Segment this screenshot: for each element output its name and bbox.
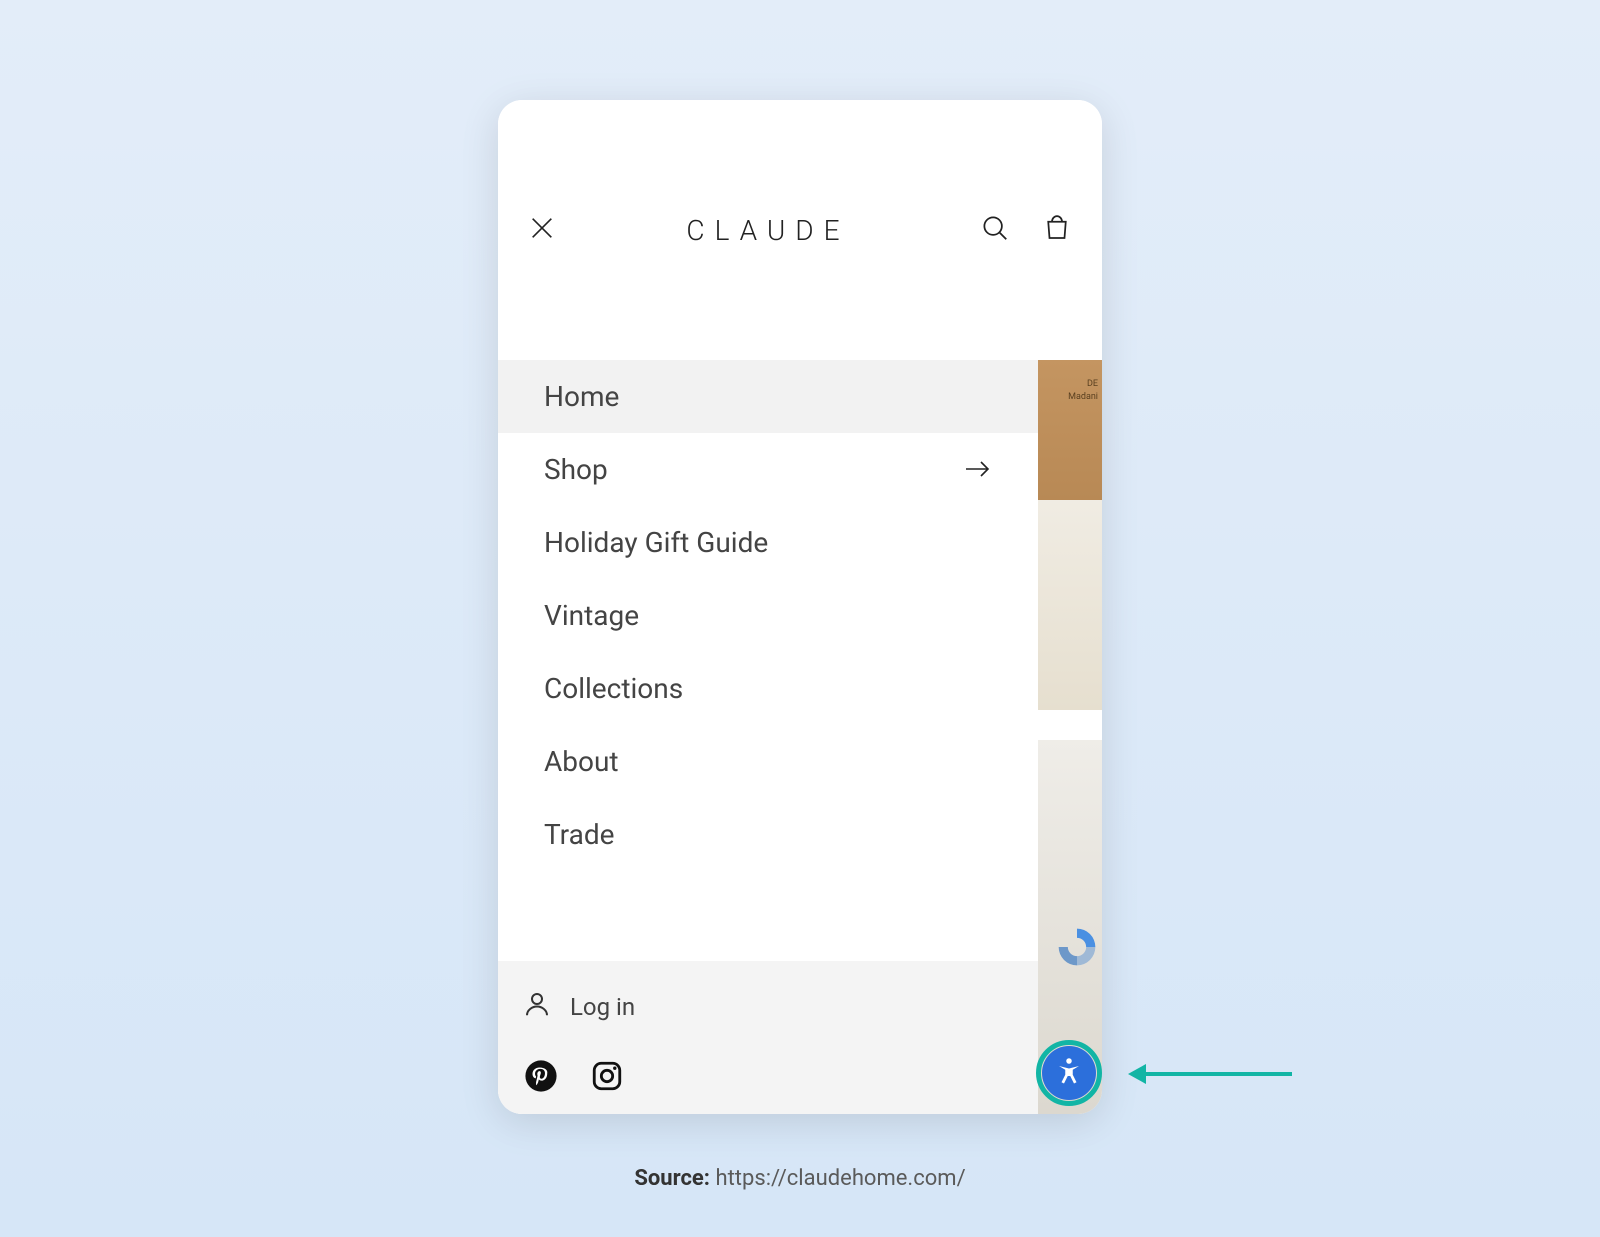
arrow-line (1146, 1072, 1292, 1076)
nav-item-label: About (544, 745, 619, 778)
user-icon (522, 989, 552, 1025)
pinterest-link[interactable] (522, 1059, 560, 1097)
background-content-strip: DE Madani (1038, 360, 1102, 1114)
accessibility-widget-button[interactable] (1042, 1046, 1096, 1100)
recaptcha-badge[interactable] (1050, 914, 1102, 984)
bag-icon (1042, 213, 1072, 247)
background-gap (1038, 710, 1102, 740)
nav-item-shop[interactable]: Shop (498, 433, 1038, 506)
nav-item-label: Holiday Gift Guide (544, 526, 768, 559)
nav-item-holiday-gift-guide[interactable]: Holiday Gift Guide (498, 506, 1038, 579)
nav-item-about[interactable]: About (498, 725, 1038, 798)
annotation-arrow (1128, 1066, 1292, 1082)
nav-item-label: Vintage (544, 599, 639, 632)
search-icon (980, 213, 1010, 247)
navigation-drawer: Home Shop Holiday Gift Guide Vintage Col… (498, 360, 1038, 1114)
nav-item-trade[interactable]: Trade (498, 798, 1038, 871)
accessibility-icon (1054, 1056, 1084, 1090)
nav-item-label: Trade (544, 818, 615, 851)
cart-button[interactable] (1040, 213, 1074, 247)
close-menu-button[interactable] (526, 214, 558, 246)
nav-item-home[interactable]: Home (498, 360, 1038, 433)
nav-item-collections[interactable]: Collections (498, 652, 1038, 725)
recaptcha-icon (1055, 925, 1099, 973)
drawer-footer: Log in (498, 961, 1038, 1114)
nav-item-label: Shop (544, 453, 608, 486)
close-icon (528, 214, 556, 246)
arrow-right-icon (964, 453, 992, 486)
social-links (522, 1059, 1014, 1097)
source-caption: Source: https://claudehome.com/ (0, 1166, 1600, 1191)
nav-item-label: Collections (544, 672, 683, 705)
instagram-link[interactable] (588, 1059, 626, 1097)
search-button[interactable] (978, 213, 1012, 247)
nav-item-vintage[interactable]: Vintage (498, 579, 1038, 652)
background-image-wood: DE Madani (1038, 360, 1102, 500)
bg-text-line: DE (1068, 378, 1098, 391)
nav-item-label: Home (544, 380, 619, 413)
source-label: Source: (634, 1166, 710, 1191)
instagram-icon (590, 1059, 624, 1097)
mobile-screenshot: CLAUDE DE Madani (498, 100, 1102, 1114)
bg-text-line: Madani (1068, 391, 1098, 404)
source-url: https://claudehome.com/ (715, 1166, 965, 1191)
login-link[interactable]: Log in (522, 989, 1014, 1059)
background-image-sofa (1038, 500, 1102, 710)
site-logo[interactable]: CLAUDE (686, 214, 849, 247)
arrow-left-icon (1128, 1064, 1146, 1084)
nav-menu-list: Home Shop Holiday Gift Guide Vintage Col… (498, 360, 1038, 871)
login-label: Log in (570, 993, 635, 1021)
pinterest-icon (524, 1059, 558, 1097)
header: CLAUDE (498, 100, 1102, 360)
